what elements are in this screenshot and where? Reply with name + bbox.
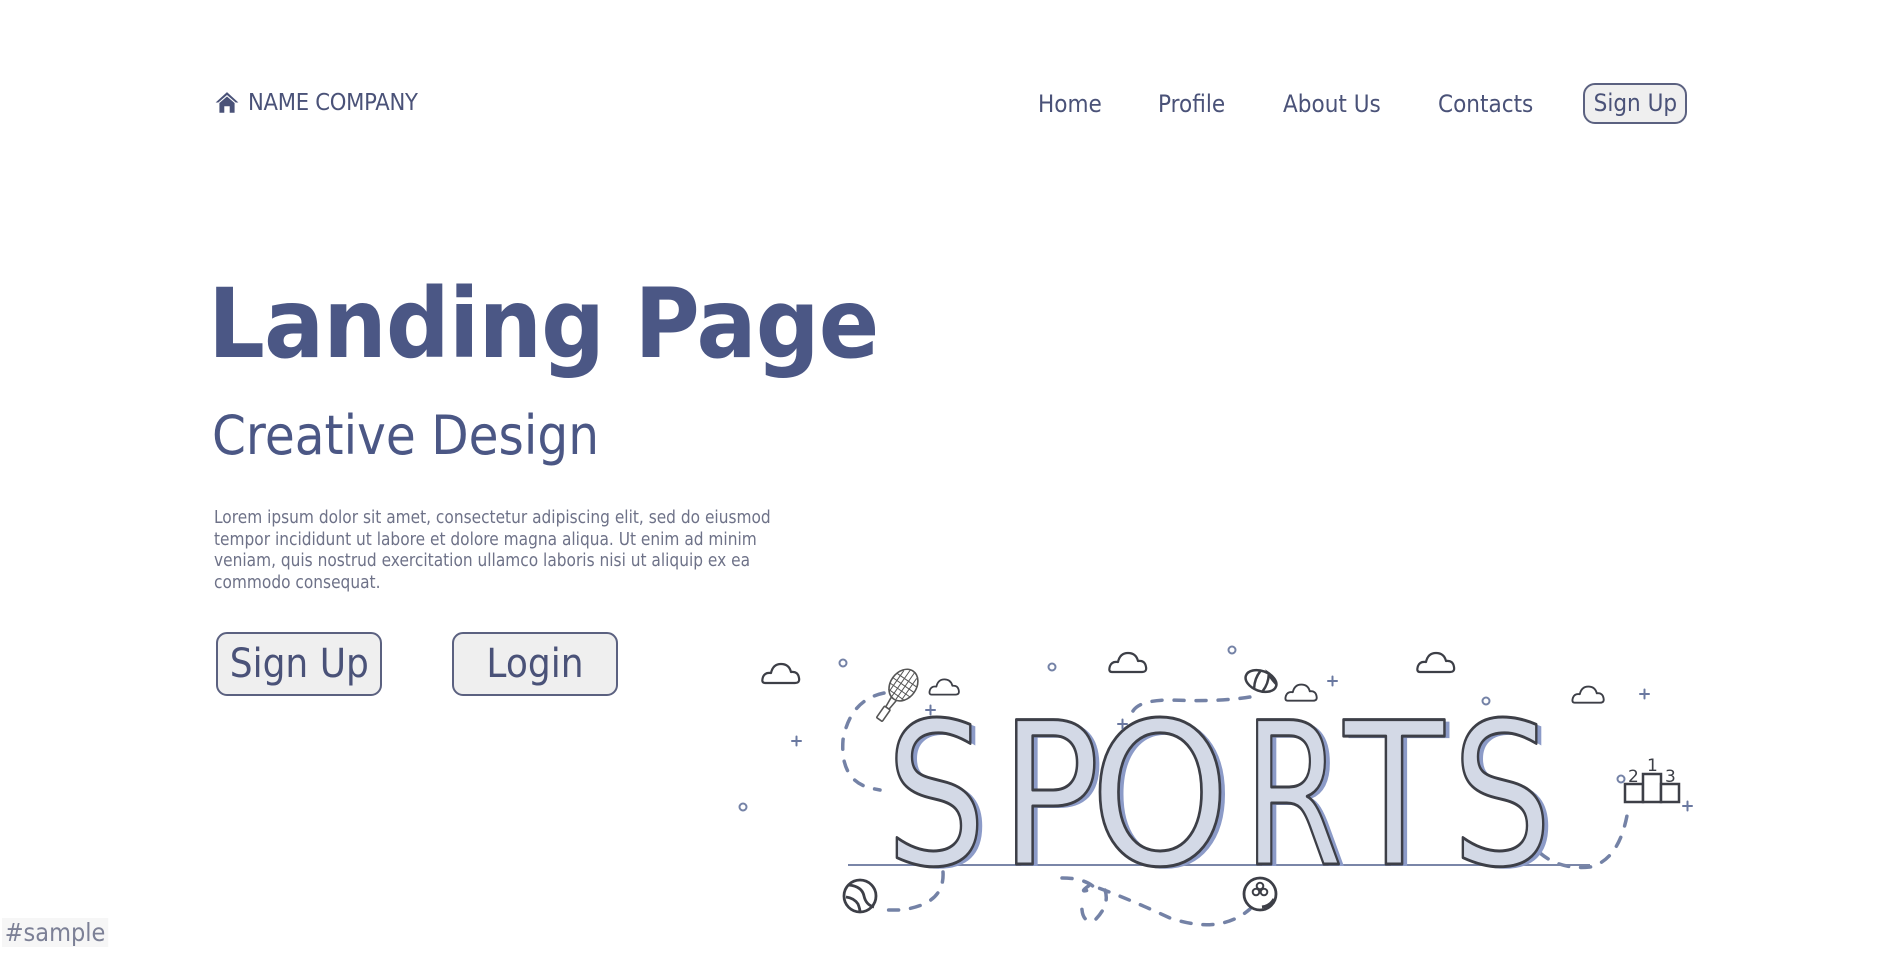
sports-word: SS PPOO RR TT SS xyxy=(885,679,1558,914)
cloud-icon xyxy=(761,662,801,685)
svg-text:T: T xyxy=(1348,682,1450,913)
page-title: Landing Page xyxy=(208,268,879,380)
cloud-icon xyxy=(1284,683,1318,702)
svg-text:O: O xyxy=(1090,680,1230,911)
svg-text:T: T xyxy=(1343,680,1445,911)
trail-bottom-mid xyxy=(1060,876,1252,927)
svg-text:P: P xyxy=(1000,680,1100,911)
sports-letter-r: RR xyxy=(1242,679,1349,914)
signup-button[interactable]: Sign Up xyxy=(216,632,382,696)
svg-text:S: S xyxy=(1452,680,1552,911)
svg-text:S: S xyxy=(891,682,991,913)
dashed-trails xyxy=(840,691,1630,927)
trail-left xyxy=(840,691,886,792)
login-button-label: Login xyxy=(486,641,584,687)
svg-text:O: O xyxy=(1095,682,1235,913)
nav-signup-button[interactable]: Sign Up xyxy=(1583,83,1687,124)
nav-profile[interactable]: Profile xyxy=(1158,83,1225,125)
trail-right xyxy=(1538,808,1630,870)
podium-icon: 2 1 3 xyxy=(1623,756,1681,804)
nav-contacts[interactable]: Contacts xyxy=(1438,83,1533,125)
hero-description: Lorem ipsum dolor sit amet, consectetur … xyxy=(214,508,771,593)
signup-button-label: Sign Up xyxy=(229,641,369,687)
svg-text:S: S xyxy=(886,680,986,911)
nav-signup-label: Sign Up xyxy=(1593,89,1677,117)
tennis-racket-icon xyxy=(876,668,919,722)
sports-letter-s: SS xyxy=(885,679,992,914)
cloud-icon xyxy=(1571,685,1605,704)
podium-label-1: 1 xyxy=(1647,756,1658,776)
nav-about-us[interactable]: About Us xyxy=(1283,83,1381,125)
svg-text:P: P xyxy=(1005,682,1105,913)
trail-top xyxy=(1131,695,1252,713)
watermark-label: #sample xyxy=(2,918,109,947)
trail-bottom-left xyxy=(880,870,945,912)
login-button[interactable]: Login xyxy=(452,632,618,696)
svg-text:S: S xyxy=(1457,682,1557,913)
sports-letter-t: TT xyxy=(1342,679,1450,914)
cloud-icon xyxy=(928,678,960,696)
sports-letter-o: OO xyxy=(1089,679,1236,914)
nav-home[interactable]: Home xyxy=(1038,83,1102,125)
svg-text:R: R xyxy=(1248,682,1348,913)
cloud-icon xyxy=(1416,651,1456,674)
bowling-ball-icon xyxy=(1242,876,1278,912)
tennis-ball-icon xyxy=(842,878,878,914)
podium-label-3: 3 xyxy=(1665,767,1676,787)
sports-letter-s: SS xyxy=(1451,679,1558,914)
page-subtitle: Creative Design xyxy=(212,404,599,467)
decor-circles xyxy=(738,645,1626,812)
cloud-icon xyxy=(1108,651,1148,674)
decor-plus xyxy=(791,675,1693,812)
sports-letter-p: PP xyxy=(999,679,1106,914)
american-football-icon xyxy=(1244,668,1278,694)
sports-illustration: SS PPOO RR TT SS 2 1 3 xyxy=(738,645,1693,927)
svg-text:R: R xyxy=(1243,680,1343,911)
podium-label-2: 2 xyxy=(1628,767,1639,787)
